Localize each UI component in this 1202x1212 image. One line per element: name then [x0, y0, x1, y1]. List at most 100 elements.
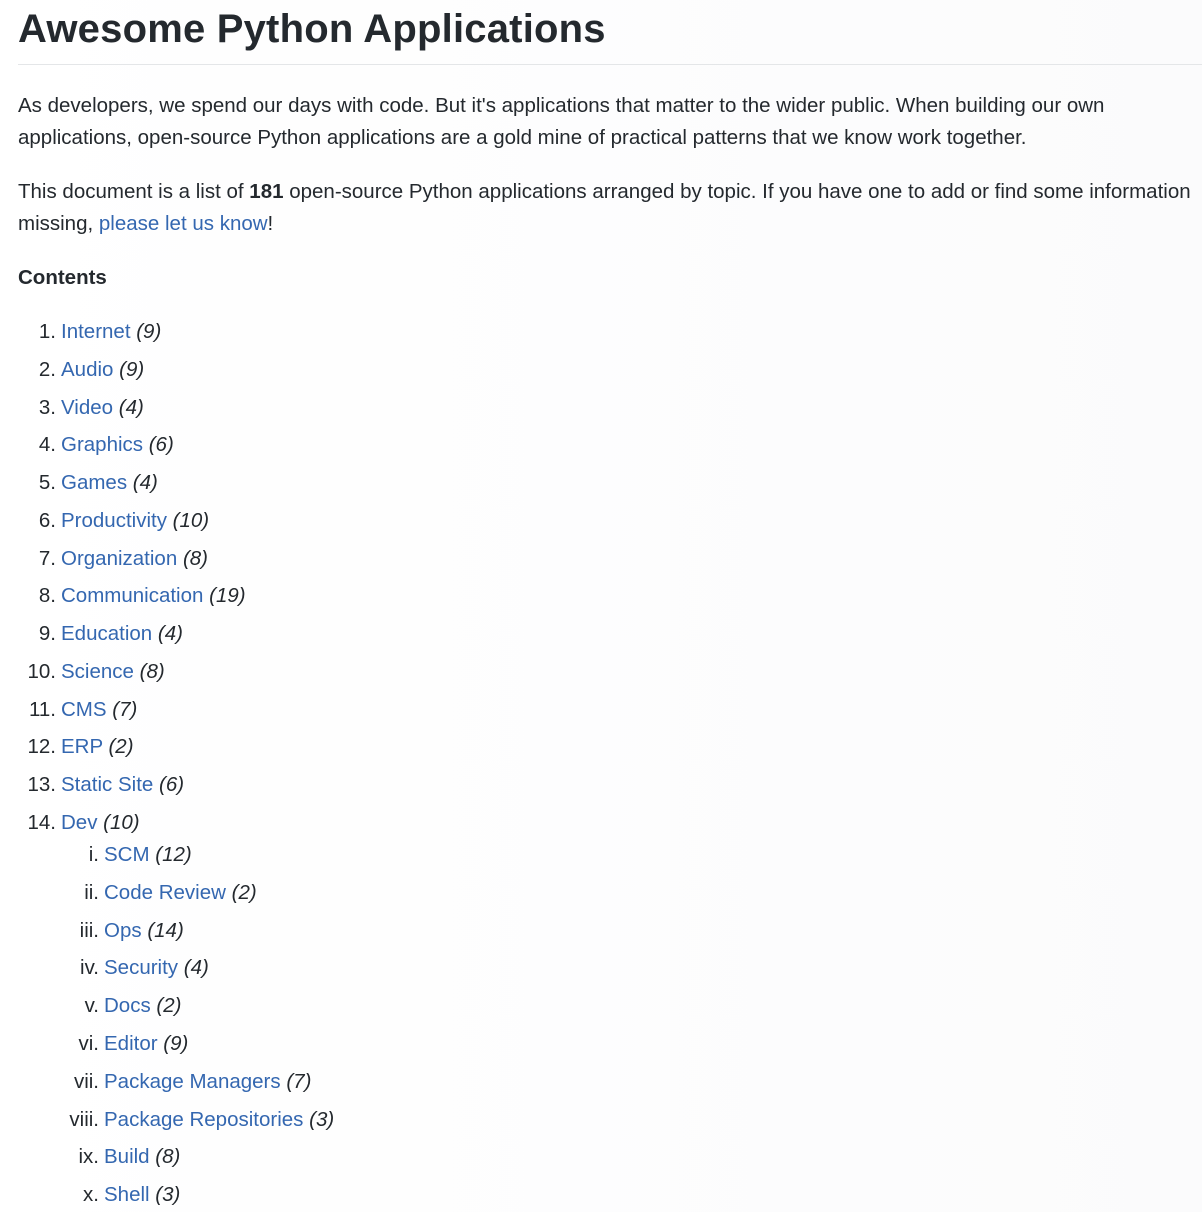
toc-item-link[interactable]: CMS: [61, 698, 107, 721]
toc-item-count: (4): [132, 471, 158, 494]
toc-item: 13. Static Site (6): [28, 770, 185, 800]
toc-item-number: 1.: [38, 320, 56, 343]
toc-item-number: x.: [83, 1183, 99, 1206]
toc-item: 4. Graphics (6): [39, 430, 174, 460]
toc-item-number: viii.: [69, 1108, 99, 1131]
toc-item-link[interactable]: Audio: [61, 358, 113, 381]
toc-item-count: (3): [309, 1108, 335, 1131]
toc-item-number: v.: [84, 994, 99, 1017]
toc-item-count: (2): [231, 881, 257, 904]
toc-item-link[interactable]: SCM: [104, 843, 150, 866]
toc-item-number: 5.: [38, 471, 56, 494]
toc-item-count: (4): [118, 396, 144, 419]
toc-item: 7. Organization (8): [39, 544, 208, 574]
toc-item-number: 11.: [29, 698, 56, 721]
toc-item-link[interactable]: Package Managers: [104, 1070, 281, 1093]
toc-item-count: (10): [172, 509, 210, 532]
toc-item: 10. Science (8): [28, 657, 165, 687]
toc-item-link[interactable]: Dev: [61, 811, 97, 834]
toc-item-number: 3.: [38, 396, 56, 419]
toc-item-link[interactable]: Static Site: [61, 773, 153, 796]
toc-item-count: (6): [159, 773, 185, 796]
toc-item-number: 2.: [38, 358, 56, 381]
toc-item-number: 10.: [27, 660, 57, 683]
toc-item-count: (8): [139, 660, 165, 683]
toc-item-count: (8): [182, 547, 208, 570]
toc-item-count: (9): [119, 358, 145, 381]
toc-item-number: 13.: [27, 773, 57, 796]
toc-item-link[interactable]: Games: [61, 471, 127, 494]
toc-item-link[interactable]: Build: [104, 1145, 150, 1168]
toc-item-number: 6.: [38, 509, 56, 532]
toc-item-number: ii.: [84, 881, 99, 904]
toc-item: x. Shell (3): [83, 1180, 181, 1210]
toc-item: 9. Education (4): [39, 619, 183, 649]
toc-item: ix. Build (8): [79, 1142, 181, 1172]
toc-item-link[interactable]: Video: [61, 396, 113, 419]
toc-item: 2. Audio (9): [39, 355, 145, 385]
toc-item: 8. Communication (19): [39, 581, 246, 611]
toc-item-link[interactable]: Internet: [61, 320, 131, 343]
toc-item-link[interactable]: Editor: [104, 1032, 158, 1055]
toc-item: iv. Security (4): [80, 953, 209, 983]
toc-item: ii. Code Review (2): [84, 878, 257, 908]
toc-item-link[interactable]: Education: [61, 622, 152, 645]
toc-item-link[interactable]: Package Repositories: [104, 1108, 303, 1131]
summary-text-end: !: [267, 212, 274, 235]
toc-item: 14. Dev (10): [28, 808, 140, 838]
toc-item-count: (9): [136, 320, 162, 343]
contents-heading: Contents: [18, 266, 107, 289]
title-divider: [18, 64, 1202, 65]
toc-item: vi. Editor (9): [79, 1029, 189, 1059]
toc-item-number: 14.: [27, 811, 57, 834]
toc-item: 6. Productivity (10): [39, 506, 210, 536]
toc-item-count: (14): [147, 919, 184, 942]
toc-item-number: vi.: [78, 1032, 100, 1055]
toc-item: 3. Video (4): [39, 393, 144, 423]
toc-item: 1. Internet (9): [39, 317, 162, 347]
toc-item-count: (19): [209, 584, 246, 607]
page-title: Awesome Python Applications: [18, 7, 606, 51]
toc-item-number: iv.: [80, 956, 99, 979]
toc-item-link[interactable]: Code Review: [104, 881, 226, 904]
toc-item-count: (6): [148, 433, 174, 456]
toc-item: 5. Games (4): [39, 468, 158, 498]
toc-item-link[interactable]: Ops: [104, 919, 142, 942]
toc-item-link[interactable]: Shell: [104, 1183, 150, 1206]
toc-item: 12. ERP (2): [28, 732, 134, 762]
toc-item-count: (7): [112, 698, 138, 721]
toc-item-link[interactable]: Docs: [104, 994, 151, 1017]
toc-item-number: 12.: [27, 735, 57, 758]
toc-item-count: (3): [155, 1183, 181, 1206]
toc-item: vii. Package Managers (7): [74, 1067, 312, 1097]
toc-item: viii. Package Repositories (3): [69, 1105, 335, 1135]
toc-item-count: (4): [157, 622, 183, 645]
toc-item-count: (10): [103, 811, 140, 834]
toc-item-number: i.: [88, 843, 99, 866]
toc-item-link[interactable]: Graphics: [61, 433, 143, 456]
toc-item-number: vii.: [73, 1070, 99, 1093]
toc-item-link[interactable]: ERP: [61, 735, 103, 758]
app-count: 181: [249, 180, 284, 203]
toc-item-count: (12): [155, 843, 192, 866]
toc-item-link[interactable]: Communication: [61, 584, 203, 607]
toc-item: v. Docs (2): [85, 991, 182, 1021]
let-us-know-link[interactable]: please let us know: [99, 212, 268, 235]
toc-item-number: iii.: [79, 919, 99, 942]
toc-item-link[interactable]: Organization: [61, 547, 177, 570]
toc-item-number: 4.: [38, 433, 56, 456]
toc-item-link[interactable]: Productivity: [61, 509, 167, 532]
toc-item: iii. Ops (14): [80, 916, 184, 946]
toc-item-number: 8.: [38, 584, 56, 607]
toc-item-count: (9): [163, 1032, 189, 1055]
toc-item-count: (8): [155, 1145, 181, 1168]
summary-text-before: This document is a list of: [18, 180, 250, 203]
toc-item-number: 7.: [38, 547, 56, 570]
toc-item-count: (7): [286, 1070, 312, 1093]
toc-item: 11. CMS (7): [29, 695, 138, 725]
toc-item: i. SCM (12): [89, 840, 192, 870]
toc-item-count: (2): [108, 735, 134, 758]
toc-item-link[interactable]: Security: [104, 956, 178, 979]
toc-item-link[interactable]: Science: [61, 660, 134, 683]
toc-item-number: 9.: [38, 622, 56, 645]
